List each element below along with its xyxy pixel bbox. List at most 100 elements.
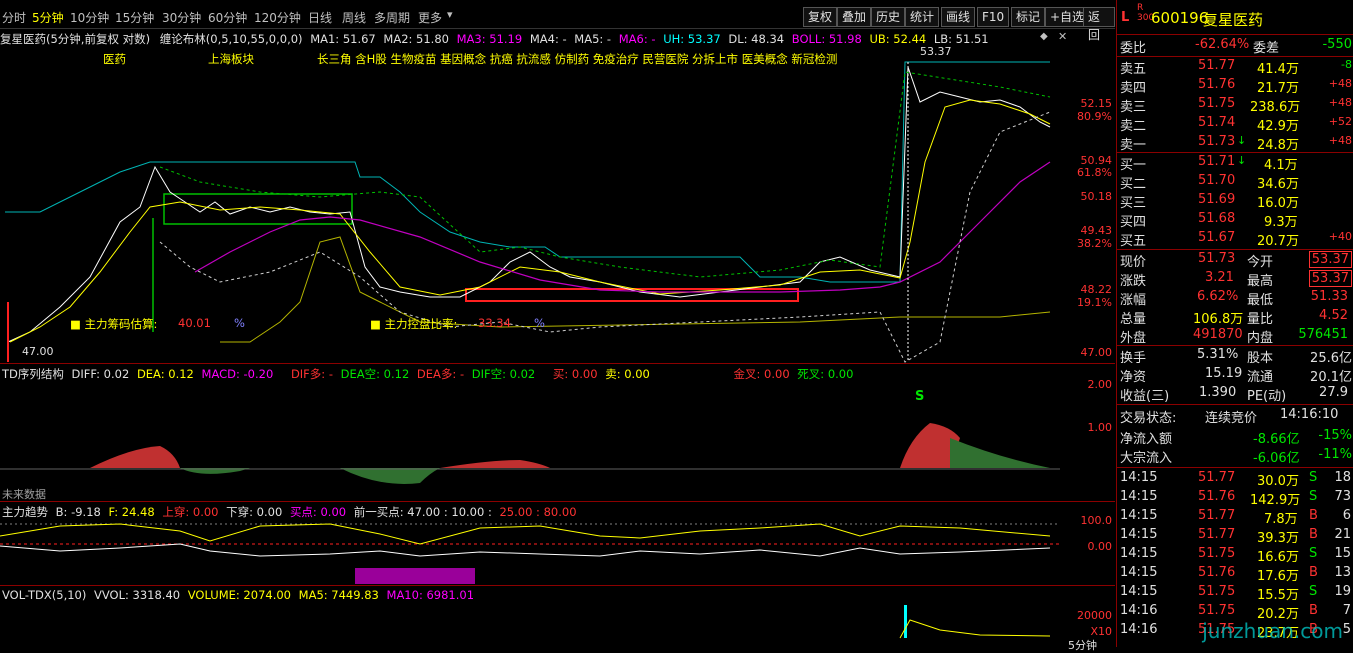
watermark: junzhuan.com: [1202, 619, 1343, 643]
mark-button[interactable]: 标记: [1011, 7, 1046, 27]
quote-value-open: 53.37: [1308, 251, 1352, 268]
l-icon[interactable]: L: [1121, 10, 1129, 25]
tick-count: 7: [1342, 603, 1351, 618]
quote-row-2: 涨跌 3.21 最高 53.37: [1117, 269, 1353, 289]
ask-row-1[interactable]: 卖一 51.73 ↓ 24.8万 +48: [1117, 133, 1353, 153]
bid-row-5[interactable]: 买五 51.67 20.7万 +40: [1117, 229, 1353, 249]
period-5min[interactable]: 5分钟: [32, 9, 64, 26]
period-multi[interactable]: 多周期: [374, 9, 410, 26]
tick-count: 5: [1342, 622, 1351, 637]
flow-row-1: 净流入额 -8.66亿 -15%: [1117, 427, 1353, 447]
tick-time: 14:15: [1120, 565, 1158, 580]
period-60min[interactable]: 60分钟: [208, 9, 247, 26]
divider-1: [0, 363, 1115, 364]
ask-vol-1: 24.8万: [1257, 138, 1299, 153]
bid-vol-1: 4.1万: [1264, 158, 1298, 173]
period-week[interactable]: 周线: [342, 9, 366, 26]
axis-price-1: 52.15: [1080, 97, 1113, 110]
weicha-value: -550: [1322, 37, 1352, 52]
quote-label-ratio: 量比: [1247, 312, 1274, 327]
history-button[interactable]: 历史: [871, 7, 906, 27]
bid-row-4[interactable]: 买四 51.68 9.3万: [1117, 210, 1353, 230]
ask-chg-4: +48: [1328, 77, 1352, 90]
quote-row-5: 外盘 491870 内盘 576451: [1117, 326, 1353, 346]
period-15min[interactable]: 15分钟: [115, 9, 154, 26]
ask-vol-4: 21.7万: [1257, 81, 1299, 96]
tick-price: 51.77: [1198, 470, 1236, 485]
bid-label-5: 买五: [1120, 234, 1147, 249]
stats-value-turnover: 5.31%: [1197, 347, 1239, 362]
stats-label-netasset: 净资: [1120, 370, 1147, 385]
state-row: 交易状态: 连续竞价 14:16:10: [1117, 406, 1353, 426]
divider-3: [0, 585, 1115, 586]
divider-2: [0, 501, 1115, 502]
f10-button[interactable]: F10: [977, 7, 1010, 27]
tick-row: 14:15 51.76 142.9万 S 73: [1117, 488, 1353, 508]
bid-row-2[interactable]: 买二 51.70 34.6万: [1117, 172, 1353, 192]
tick-time: 14:15: [1120, 470, 1158, 485]
bid-row-1[interactable]: 买一 51.71 ↓ 4.1万: [1117, 153, 1353, 173]
fuquan-button[interactable]: 复权: [803, 7, 838, 27]
ask-price-5: 51.77: [1198, 58, 1236, 73]
tick-row: 14:15 51.75 15.5万 S 19: [1117, 583, 1353, 603]
more-chevron-icon[interactable]: ▾: [447, 8, 453, 21]
back-button[interactable]: 返回: [1083, 7, 1115, 42]
flow-value-2: -6.06亿: [1253, 451, 1300, 466]
volume-spike: [904, 605, 907, 638]
tick-vol: 7.8万: [1264, 512, 1298, 527]
ask-row-2[interactable]: 卖二 51.74 42.9万 +52: [1117, 114, 1353, 134]
macd-red-hump-2: [440, 460, 550, 468]
period-30min[interactable]: 30分钟: [162, 9, 201, 26]
tick-count: 6: [1342, 508, 1351, 523]
draw-line-button[interactable]: 画线: [941, 7, 976, 27]
ask-label-2: 卖二: [1120, 119, 1147, 134]
price-chart[interactable]: [0, 42, 1115, 364]
ask-row-5[interactable]: 卖五 51.77 41.4万 -8: [1117, 57, 1353, 77]
tick-time: 14:16: [1120, 603, 1158, 618]
macd-red-hump-1: [90, 446, 180, 468]
statistics-button[interactable]: 统计: [905, 7, 940, 27]
ask-price-3: 51.75: [1198, 96, 1236, 111]
volume-chart[interactable]: [0, 600, 1060, 640]
flow-label-2: 大宗流入: [1120, 451, 1173, 466]
quote-label-pct: 涨幅: [1120, 293, 1147, 308]
chart-area[interactable]: 复星医药(5分钟,前复权 对数) 缠论布林(0,5,10,55,0,0,0) M…: [0, 28, 1115, 652]
diejia-button[interactable]: 叠加: [837, 7, 872, 27]
bid-price-4: 51.68: [1198, 211, 1236, 226]
flow-pct-1: -15%: [1318, 428, 1352, 443]
quote-value-chg: 3.21: [1205, 270, 1234, 285]
period-day[interactable]: 日线: [308, 9, 332, 26]
bid-label-1: 买一: [1120, 158, 1147, 173]
ask-label-3: 卖三: [1120, 100, 1147, 115]
tick-time: 14:16: [1120, 622, 1158, 637]
tick-side: S: [1309, 489, 1318, 504]
period-120min[interactable]: 120分钟: [254, 9, 301, 26]
chip-label-2-text: 主力控盘比率:: [384, 317, 458, 331]
tick-row: 14:15 51.77 7.8万 B 6: [1117, 507, 1353, 527]
ask-row-3[interactable]: 卖三 51.75 238.6万 +48: [1117, 95, 1353, 115]
trend-chart[interactable]: [0, 516, 1060, 586]
stock-code: 600196: [1151, 9, 1209, 27]
trend-white-line: [0, 543, 1051, 557]
quote-row-1: 现价 51.73 今开 53.37: [1117, 250, 1353, 270]
stats-value-netasset: 15.19: [1205, 366, 1243, 381]
bid-vol-5: 20.7万: [1257, 234, 1299, 249]
sep-6: [1117, 467, 1353, 468]
stats-label-shares: 股本: [1247, 351, 1274, 366]
quote-label-high: 最高: [1247, 274, 1274, 289]
sep-0: [1117, 34, 1353, 35]
bid-label-4: 买四: [1120, 215, 1147, 230]
period-fenshi[interactable]: 分时: [2, 9, 26, 26]
ask-row-4[interactable]: 卖四 51.76 21.7万 +48: [1117, 76, 1353, 96]
ask-vol-3: 238.6万: [1250, 100, 1301, 115]
period-more[interactable]: 更多: [418, 9, 442, 26]
collapse-icon[interactable]: ◆: [1040, 31, 1048, 42]
quote-value-inner: 576451: [1298, 327, 1348, 342]
stats-label-float: 流通: [1247, 370, 1274, 385]
period-10min[interactable]: 10分钟: [70, 9, 109, 26]
axis-price-5: 48.22: [1080, 283, 1113, 296]
td-chart[interactable]: S: [0, 378, 1060, 503]
quote-value-ratio: 4.52: [1319, 308, 1348, 323]
bid-row-3[interactable]: 买三 51.69 16.0万: [1117, 191, 1353, 211]
state-time: 14:16:10: [1280, 407, 1339, 422]
